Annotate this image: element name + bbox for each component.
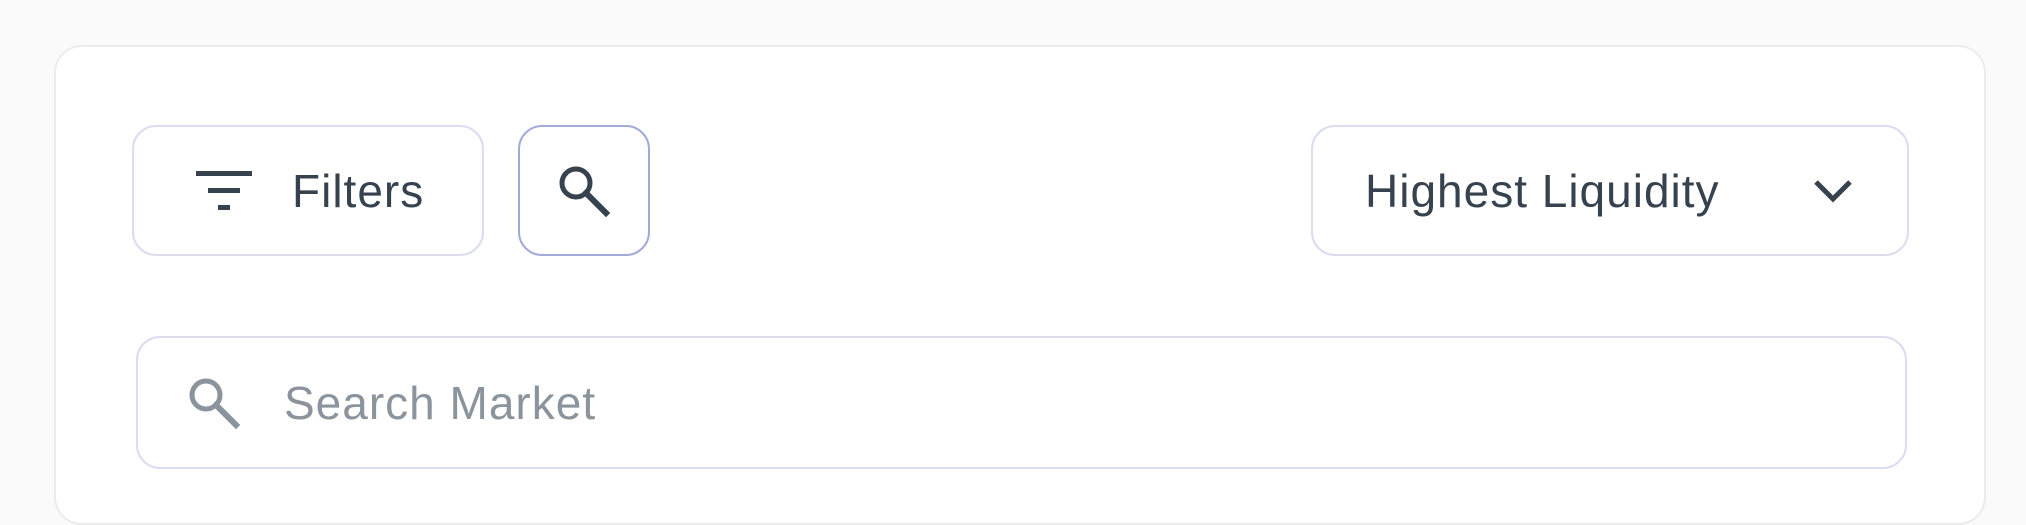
filters-label: Filters [292, 164, 425, 217]
filter-icon [196, 170, 252, 211]
chevron-down-icon [1813, 178, 1853, 204]
search-market-input[interactable] [282, 374, 1786, 431]
sort-dropdown[interactable]: Highest Liquidity [1311, 125, 1909, 256]
search-icon [556, 163, 612, 219]
search-toggle-button[interactable] [518, 125, 650, 256]
search-icon [186, 375, 242, 431]
search-market-field[interactable] [136, 336, 1907, 469]
filters-button[interactable]: Filters [132, 125, 484, 256]
sort-selected-value: Highest Liquidity [1365, 164, 1720, 217]
